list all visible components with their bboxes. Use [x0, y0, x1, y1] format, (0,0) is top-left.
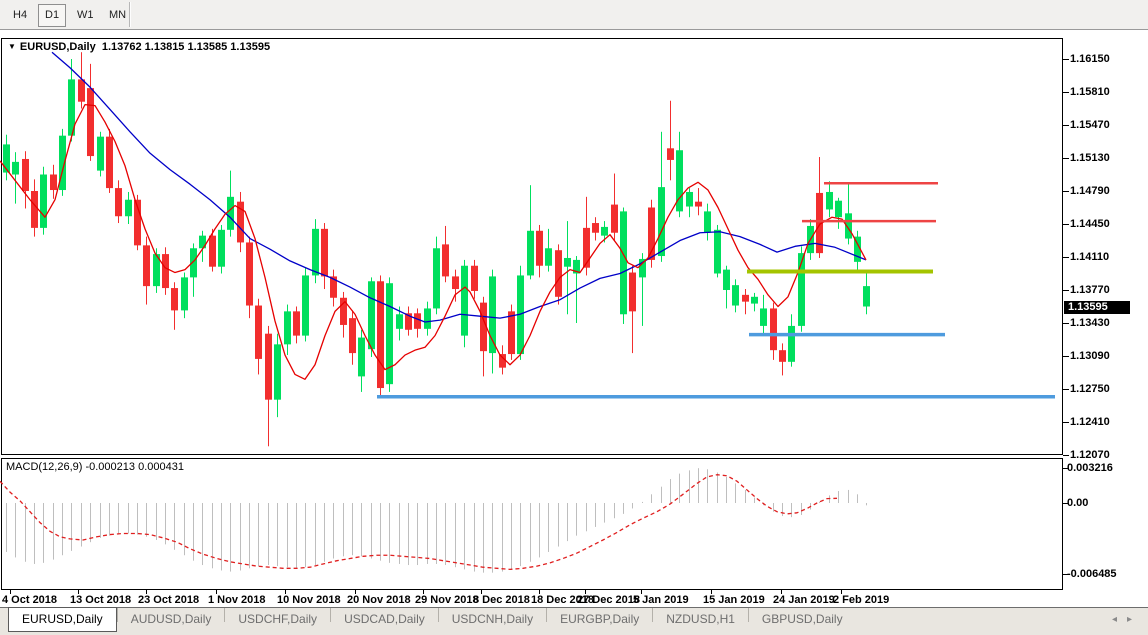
price-axis-tick: 1.13430	[1070, 317, 1110, 329]
price-axis-tick: 1.12750	[1070, 383, 1110, 395]
chart-title: ▼ EURUSD,Daily 1.13762 1.13815 1.13585 1.…	[8, 41, 270, 53]
date-axis-tick: 15 Jan 2019	[703, 594, 765, 606]
tab-scroll-left-icon[interactable]: ◂	[1112, 614, 1127, 625]
price-axis-tick: 1.16150	[1070, 53, 1110, 65]
date-axis-tick: 10 Nov 2018	[277, 594, 341, 606]
date-axis-tick: 5 Jan 2019	[633, 594, 689, 606]
macd-indicator-label: MACD(12,26,9) -0.000213 0.000431	[6, 461, 184, 473]
date-axis-tick: 4 Oct 2018	[2, 594, 57, 606]
price-axis-tick: 1.12410	[1070, 416, 1110, 428]
pane-borders	[2, 39, 1063, 590]
date-axis-tick: 13 Oct 2018	[70, 594, 131, 606]
tab-gbpusd-daily[interactable]: GBPUSD,Daily	[749, 608, 856, 630]
tab-usdchf-daily[interactable]: USDCHF,Daily	[225, 608, 330, 630]
date-axis-tick: 2 Feb 2019	[833, 594, 889, 606]
tab-eurgbp-daily[interactable]: EURGBP,Daily	[547, 608, 652, 630]
date-axis-tick: 29 Nov 2018	[415, 594, 479, 606]
macd-signal-line	[0, 475, 837, 570]
price-axis-tick: 1.14790	[1070, 185, 1110, 197]
macd-axis-tick: 0.00	[1067, 497, 1088, 509]
price-axis-tick: 1.15470	[1070, 119, 1110, 131]
date-axis-tick: 8 Dec 2018	[473, 594, 530, 606]
date-axis-tick: 23 Oct 2018	[138, 594, 199, 606]
price-axis-tick: 1.14110	[1070, 251, 1109, 263]
tab-usdcnh-daily[interactable]: USDCNH,Daily	[439, 608, 546, 630]
date-axis-tick: 24 Jan 2019	[773, 594, 835, 606]
price-axis-tick: 1.15810	[1070, 86, 1110, 98]
price-axis-tick: 1.13770	[1070, 284, 1110, 296]
macd-indicator	[0, 468, 867, 572]
chart-ohlc-values: 1.13762 1.13815 1.13585 1.13595	[102, 41, 270, 53]
tab-nzdusd-h1[interactable]: NZDUSD,H1	[653, 608, 748, 630]
macd-axis-tick: 0.003216	[1067, 462, 1113, 474]
terminal-window: H4D1W1MN ▼EURUSD,Daily 1.13762 1.13815 1…	[0, 0, 1148, 634]
price-axis-tick: 1.14450	[1070, 218, 1110, 230]
chart-canvas[interactable]	[0, 0, 1148, 634]
tab-usdcad-daily[interactable]: USDCAD,Daily	[331, 608, 438, 630]
date-axis-tick: 20 Nov 2018	[347, 594, 411, 606]
chart-symbol-label: EURUSD,Daily	[20, 41, 96, 53]
current-price-badge: 1.13595	[1064, 301, 1130, 314]
tab-audusd-daily[interactable]: AUDUSD,Daily	[118, 608, 225, 630]
price-axis-tick: 1.13090	[1070, 350, 1110, 362]
macd-axis-tick: -0.006485	[1067, 568, 1117, 580]
tab-eurusd-daily[interactable]: EURUSD,Daily	[8, 607, 117, 632]
ma-fast-red-line	[0, 105, 866, 380]
date-axis-tick: 1 Nov 2018	[208, 594, 265, 606]
price-axis-tick: 1.15130	[1070, 152, 1110, 164]
horizontal-levels	[377, 183, 1055, 397]
symbol-dropdown-icon[interactable]: ▼	[8, 42, 16, 51]
tab-scroll-right-icon[interactable]: ▸	[1127, 614, 1142, 625]
price-axis-tick: 1.12070	[1070, 449, 1110, 461]
candlesticks	[3, 52, 870, 446]
chart-tab-bar: EURUSD,DailyAUDUSD,DailyUSDCHF,DailyUSDC…	[0, 607, 1148, 635]
date-axis-tick: 27 Dec 2018	[577, 594, 640, 606]
